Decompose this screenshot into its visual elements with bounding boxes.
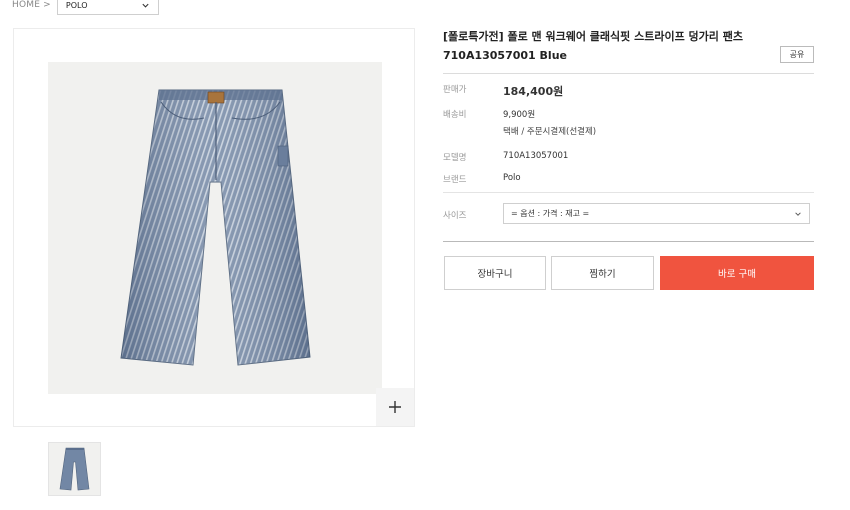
chevron-down-icon (142, 3, 149, 8)
price-row: 판매가 184,400원 (443, 83, 563, 99)
wishlist-button[interactable]: 찜하기 (551, 256, 654, 290)
brand-row: 브랜드 Polo (443, 173, 521, 185)
add-to-cart-button[interactable]: 장바구니 (444, 256, 546, 290)
product-thumbnail[interactable] (48, 442, 101, 496)
shipping-label: 배송비 (443, 110, 467, 120)
jeans-thumbnail-image (59, 447, 90, 491)
price-value: 184,400원 (503, 85, 564, 98)
plus-icon (389, 401, 401, 413)
size-label: 사이즈 (443, 211, 467, 221)
product-title-area: [폴로특가전] 폴로 맨 워크웨어 클래식핏 스트라이프 덩가리 팬츠 710A… (443, 27, 814, 74)
price-label: 판매가 (443, 85, 467, 95)
shipping-row: 배송비 9,900원 (443, 108, 535, 120)
buy-now-button[interactable]: 바로 구매 (660, 256, 814, 290)
size-option-select[interactable]: = 옵션 : 가격 : 재고 = (503, 203, 810, 224)
category-select[interactable]: POLO (56, 0, 159, 15)
chevron-down-icon (795, 211, 801, 216)
model-label: 모델명 (443, 153, 467, 163)
shipping-method: 택배 / 주문시결제(선결제) (503, 127, 597, 137)
zoom-button[interactable] (376, 388, 414, 426)
brand-label: 브랜드 (443, 175, 467, 185)
shipping-fee: 9,900원 (503, 110, 536, 120)
size-option-value: = 옵션 : 가격 : 재고 = (511, 209, 590, 218)
main-product-image[interactable] (13, 28, 415, 427)
model-value: 710A13057001 (503, 151, 569, 161)
share-button[interactable]: 공유 (780, 46, 814, 63)
category-select-value: POLO (65, 0, 88, 10)
product-title: [폴로특가전] 폴로 맨 워크웨어 클래식핏 스트라이프 덩가리 팬츠 710A… (443, 30, 743, 62)
brand-value: Polo (503, 173, 521, 183)
product-photo (48, 62, 382, 394)
product-info-panel: [폴로특가전] 폴로 맨 워크웨어 클래식핏 스트라이프 덩가리 팬츠 710A… (443, 27, 814, 290)
model-row: 모델명 710A13057001 (443, 151, 568, 163)
breadcrumb: HOME > POLO (12, 0, 159, 15)
info-divider (443, 192, 814, 193)
breadcrumb-home-link[interactable]: HOME > (12, 0, 51, 10)
options-divider (443, 241, 814, 242)
jeans-image (120, 89, 311, 366)
